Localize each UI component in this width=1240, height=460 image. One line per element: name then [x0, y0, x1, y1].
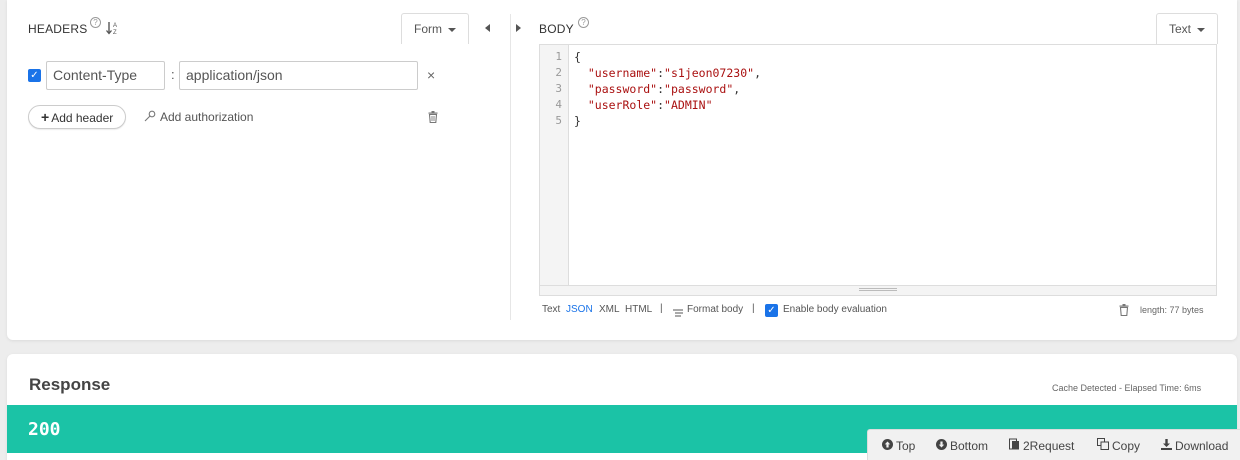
arrow-down-circle-icon — [936, 431, 947, 460]
plus-icon: + — [41, 109, 50, 125]
headers-title: HEADERS — [28, 22, 88, 36]
format-json[interactable]: JSON — [566, 304, 593, 315]
arrow-up-circle-icon — [882, 431, 893, 460]
bottom-label: Bottom — [950, 439, 989, 453]
body-mode-dropdown[interactable]: Text — [1156, 13, 1219, 44]
clear-body-trash-icon[interactable] — [1119, 303, 1129, 321]
body-mode-label: Text — [1169, 22, 1192, 36]
editor-resize-handle[interactable] — [540, 285, 1216, 295]
copy-button[interactable]: Copy — [1097, 430, 1140, 460]
chevron-down-icon — [448, 27, 456, 32]
clipboard-icon — [1009, 431, 1020, 460]
add-authorization-link[interactable]: Add authorization — [160, 110, 253, 124]
header-separator: : — [171, 67, 175, 82]
header-value-input[interactable]: application/json — [179, 61, 418, 90]
body-help-icon[interactable]: ? — [578, 17, 589, 28]
chevron-down-icon — [1197, 27, 1206, 32]
key-icon — [144, 109, 156, 127]
response-toolbar: Top Bottom 2Request Copy Download — [867, 429, 1240, 460]
headers-mode-label: Form — [414, 22, 442, 36]
body-length: length: 77 bytes — [1140, 305, 1204, 315]
line-number: 3 — [555, 82, 562, 95]
format-body-button[interactable]: Format body — [687, 304, 743, 315]
sort-headers-icon[interactable]: A Z — [106, 21, 118, 40]
cache-info: Cache Detected - Elapsed Time: 6ms — [1052, 383, 1202, 393]
format-xml[interactable]: XML — [599, 304, 620, 315]
format-divider: | — [660, 303, 663, 314]
code-area[interactable]: { "username":"s1jeon07230", "password":"… — [574, 49, 761, 129]
line-number-gutter: 1 2 3 4 5 — [540, 45, 569, 285]
download-button[interactable]: Download — [1161, 430, 1228, 460]
download-label: Download — [1175, 439, 1229, 453]
scroll-bottom-button[interactable]: Bottom — [936, 430, 988, 460]
code-line: "username":"s1jeon07230", — [587, 66, 761, 80]
to-request-label: 2Request — [1023, 439, 1075, 453]
svg-text:Z: Z — [113, 30, 117, 35]
format-text[interactable]: Text — [542, 304, 560, 315]
line-number: 4 — [555, 98, 562, 111]
resize-grip-icon — [859, 288, 897, 291]
enable-evaluation-label: Enable body evaluation — [783, 304, 887, 315]
svg-text:A: A — [113, 23, 117, 29]
headers-mode-dropdown[interactable]: Form — [401, 13, 469, 44]
headers-help-icon[interactable]: ? — [90, 17, 101, 28]
expand-right-icon[interactable] — [516, 24, 521, 32]
status-code: 200 — [28, 419, 61, 440]
scroll-top-button[interactable]: Top — [882, 430, 915, 460]
header-enabled-checkbox[interactable]: ✓ — [28, 69, 41, 82]
collapse-left-icon[interactable] — [485, 24, 490, 32]
header-name-input[interactable]: Content-Type — [46, 61, 165, 90]
remove-header-icon[interactable]: × — [427, 67, 435, 83]
response-title: Response — [29, 375, 111, 394]
code-line: "userRole":"ADMIN" — [587, 98, 713, 112]
copy-icon — [1097, 431, 1109, 460]
trash-icon[interactable] — [428, 110, 438, 128]
add-header-label: Add header — [51, 111, 114, 125]
top-label: Top — [896, 439, 916, 453]
body-title: BODY — [539, 22, 574, 36]
format-html[interactable]: HTML — [625, 304, 652, 315]
line-number: 1 — [555, 50, 562, 63]
body-editor[interactable]: 1 2 3 4 5 { "username":"s1jeon07230", "p… — [539, 44, 1217, 296]
to-request-button[interactable]: 2Request — [1009, 430, 1074, 460]
panel-divider — [510, 14, 511, 320]
code-line: { — [574, 50, 581, 64]
add-header-button[interactable]: + Add header — [28, 105, 127, 129]
download-icon — [1161, 431, 1172, 460]
copy-label: Copy — [1112, 439, 1141, 453]
code-line: } — [574, 114, 581, 128]
format-body-icon — [673, 305, 683, 323]
code-line: "password":"password", — [587, 82, 741, 96]
request-panel: HEADERS ? A Z Form ✓ Content-Type : appl… — [7, 0, 1237, 340]
enable-evaluation-checkbox[interactable]: ✓ — [765, 304, 778, 317]
line-number: 2 — [555, 66, 562, 79]
line-number: 5 — [555, 114, 562, 127]
format-divider: | — [752, 303, 755, 314]
